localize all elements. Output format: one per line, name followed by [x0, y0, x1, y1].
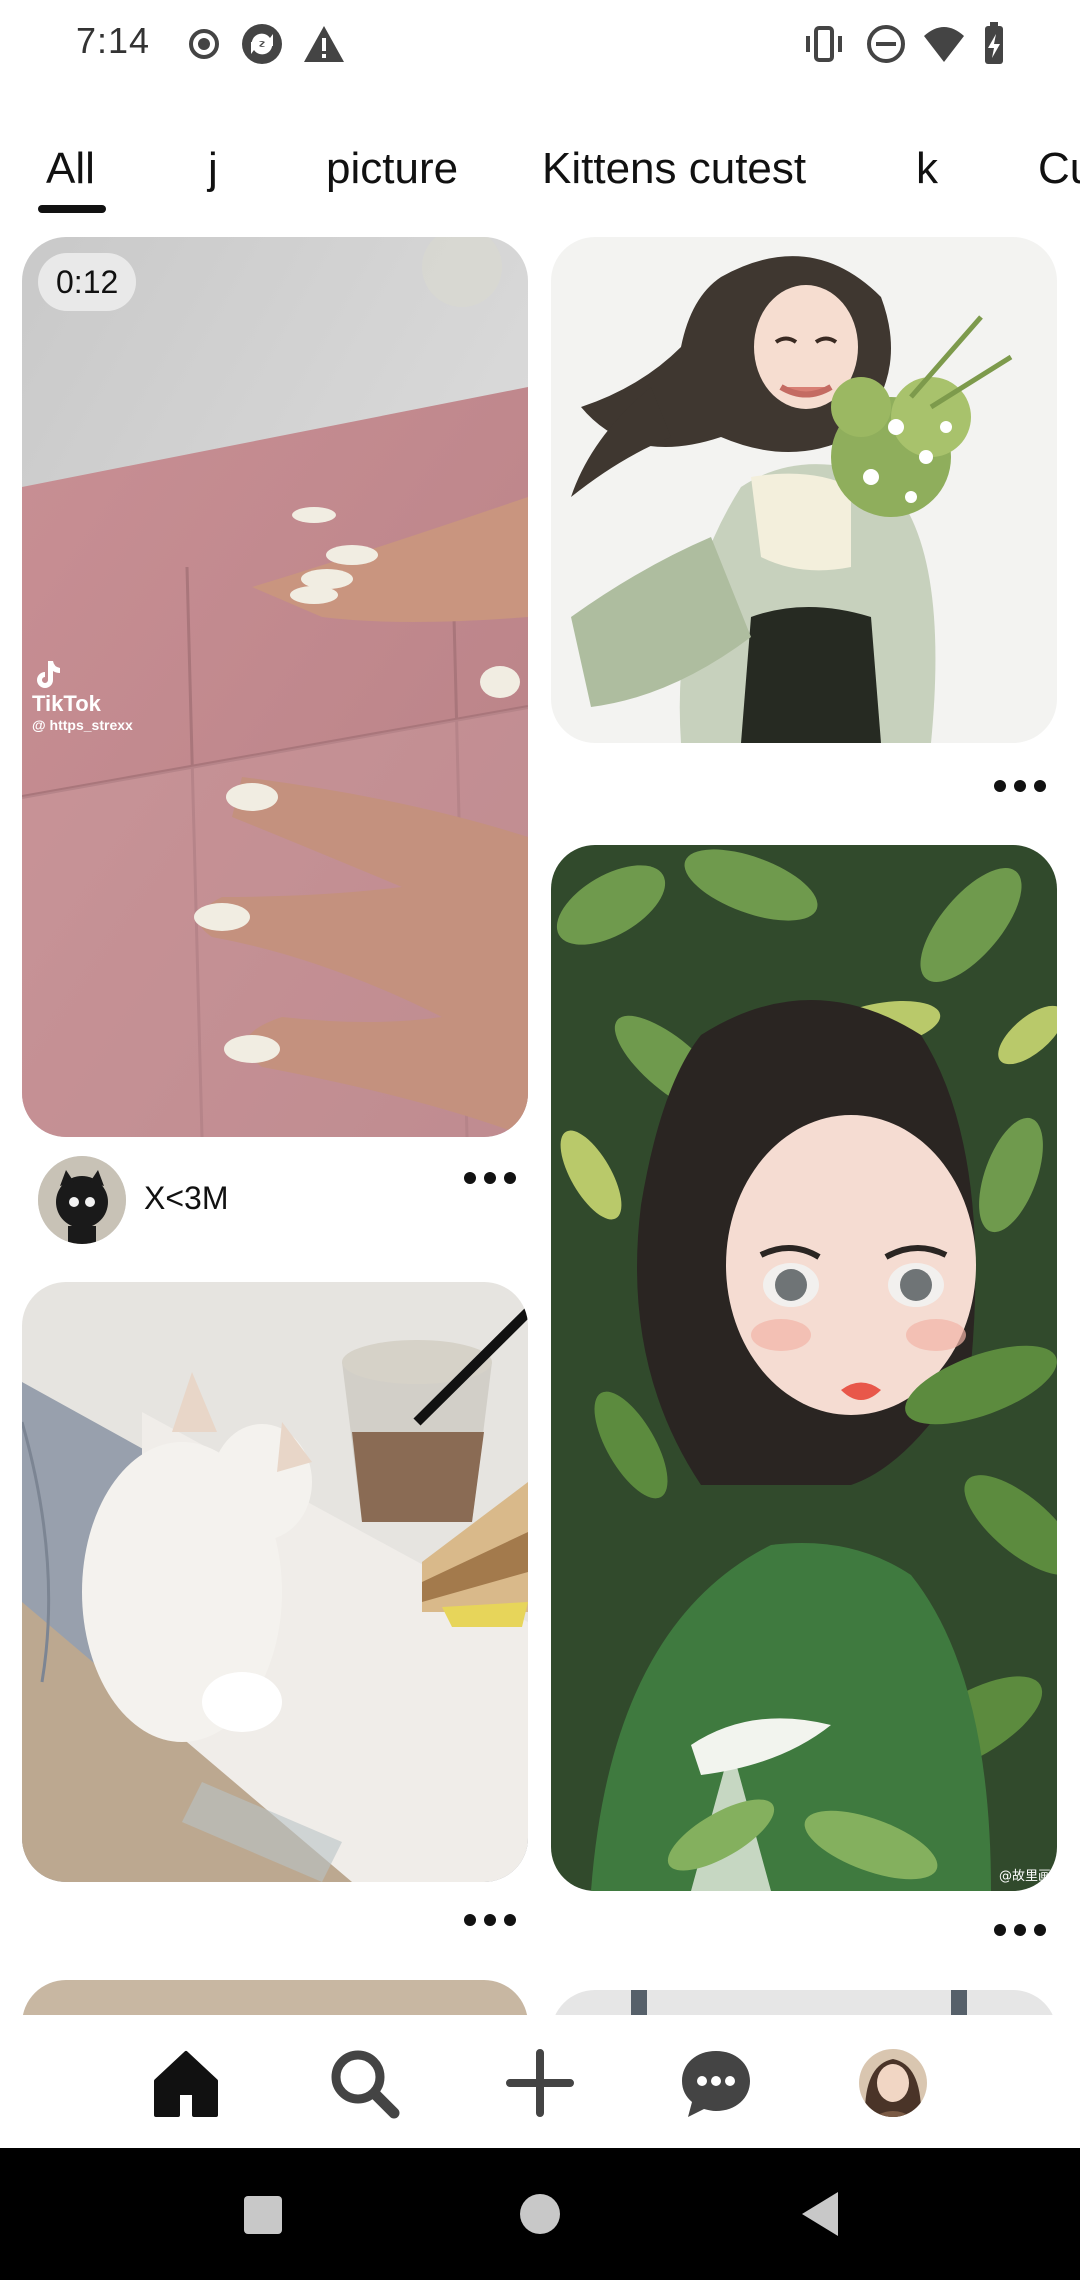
selected-tab-indicator [38, 205, 106, 213]
tab-j[interactable]: j [208, 144, 218, 194]
status-bar: 7:14 [0, 0, 1080, 90]
pin-watermark: @故里画 [999, 1869, 1051, 1884]
more-options-button[interactable] [460, 1164, 520, 1194]
search-button[interactable] [326, 2045, 402, 2121]
battery-icon [985, 22, 1003, 64]
home-button[interactable] [148, 2045, 224, 2121]
bottom-navigation [0, 2015, 1080, 2147]
recents-button[interactable] [232, 2184, 292, 2244]
search-icon [331, 2050, 400, 2119]
author-name[interactable]: X<3M [144, 1180, 228, 1217]
tab-all[interactable]: All [46, 144, 95, 194]
pin-girl-leaves[interactable]: @故里画 [551, 845, 1057, 1891]
profile-avatar [859, 2049, 927, 2117]
vibrate-icon [806, 26, 842, 62]
profile-button[interactable] [855, 2045, 931, 2121]
record-icon [189, 29, 219, 59]
pin-girl-bouquet[interactable] [551, 237, 1057, 743]
tiktok-name: TikTok [32, 691, 101, 716]
do-not-disturb-icon [867, 25, 905, 63]
status-time: 7:14 [76, 20, 151, 61]
category-tabs: All j picture Kittens cutest k Cu [0, 130, 1080, 220]
warning-icon [304, 26, 344, 62]
more-options-button[interactable] [990, 772, 1050, 802]
author-avatar[interactable] [38, 1156, 126, 1244]
pin-girl-leaves-image: @故里画 [551, 845, 1057, 1891]
system-home-button[interactable] [510, 2184, 570, 2244]
messages-icon [682, 2051, 750, 2117]
create-icon [506, 2049, 574, 2117]
tiktok-logo-icon [37, 661, 60, 688]
messages-button[interactable] [678, 2045, 754, 2121]
tab-cu[interactable]: Cu [1038, 144, 1080, 194]
create-button[interactable] [502, 2045, 578, 2121]
tab-k[interactable]: k [916, 144, 938, 194]
pin-kitten[interactable] [22, 1282, 528, 1882]
sync-icon [242, 24, 282, 64]
more-options-button[interactable] [460, 1906, 520, 1936]
pin-video[interactable]: 0:12 TikTok @ https_strexx [22, 237, 528, 1137]
back-button[interactable] [790, 2184, 850, 2244]
tab-picture[interactable]: picture [326, 144, 458, 194]
more-options-button[interactable] [990, 1916, 1050, 1946]
system-navigation-bar [0, 2148, 1080, 2280]
tiktok-handle: @ https_strexx [32, 717, 133, 733]
pin-kitten-image [22, 1282, 528, 1882]
pin-girl-bouquet-image [551, 237, 1057, 743]
wifi-icon [924, 27, 964, 62]
video-duration-badge: 0:12 [38, 253, 137, 311]
tab-kittens-cutest[interactable]: Kittens cutest [542, 144, 806, 194]
tiktok-watermark: TikTok @ https_strexx [32, 657, 133, 733]
home-icon [154, 2051, 218, 2117]
